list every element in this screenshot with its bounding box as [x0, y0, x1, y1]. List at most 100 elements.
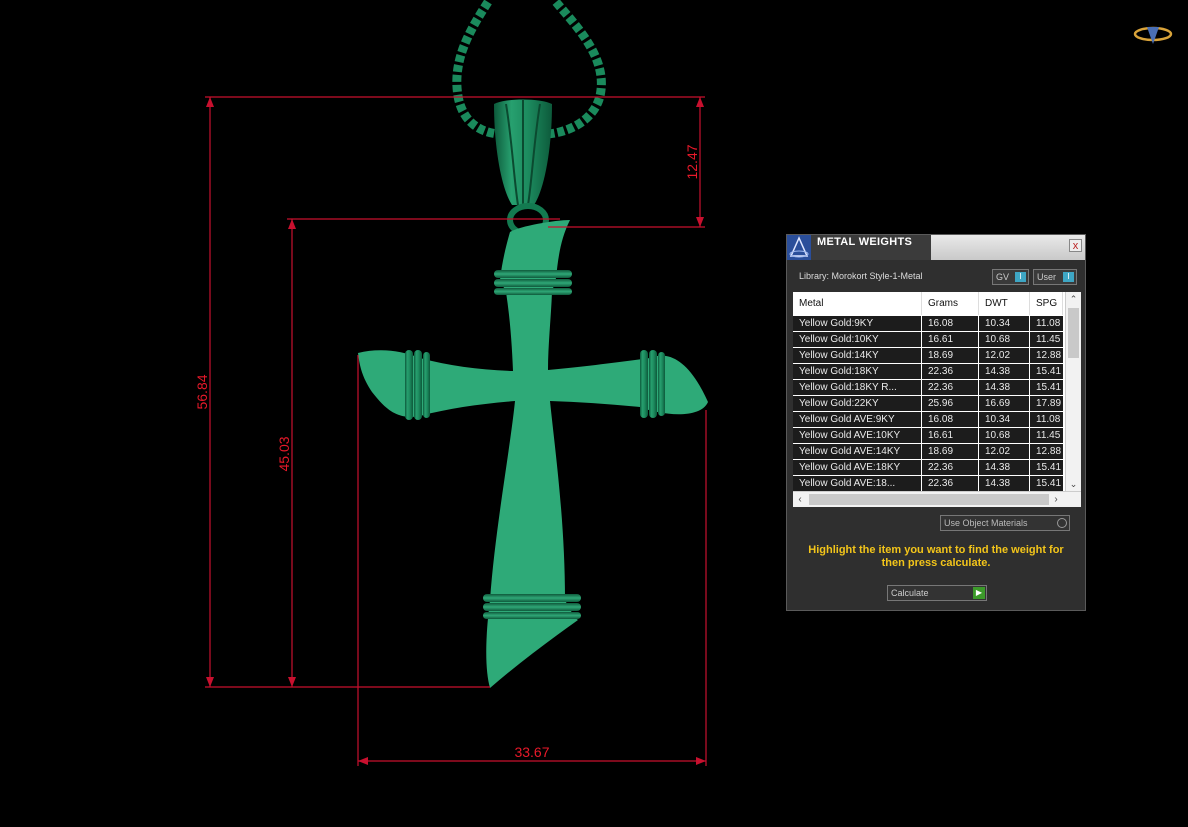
cell-spg: 15.41	[1030, 476, 1063, 491]
cell-spg: 12.88	[1030, 348, 1063, 363]
panel-title: METAL WEIGHTS	[817, 236, 913, 248]
column-header-spg[interactable]: SPG	[1030, 292, 1063, 315]
cell-dwt: 10.34	[979, 316, 1029, 331]
cell-spg: 11.45	[1030, 332, 1063, 347]
band-right	[640, 350, 665, 418]
cell-spg: 11.45	[1030, 428, 1063, 443]
panel-logo-icon	[787, 235, 811, 260]
table-row[interactable]: Yellow Gold AVE:18KY 22.36 14.38 15.41	[793, 460, 1063, 476]
bail	[494, 99, 552, 237]
table-row[interactable]: Yellow Gold:14KY 18.69 12.02 12.88	[793, 348, 1063, 364]
cell-grams: 22.36	[922, 476, 978, 491]
scrollbar-thumb[interactable]	[809, 494, 1049, 505]
dimension-total-height: 56.84	[194, 374, 210, 409]
use-object-materials-label: Use Object Materials	[944, 518, 1028, 528]
cell-grams: 22.36	[922, 460, 978, 475]
table-row[interactable]: Yellow Gold:18KY 22.36 14.38 15.41	[793, 364, 1063, 380]
cell-metal: Yellow Gold:9KY	[793, 316, 921, 331]
cell-metal: Yellow Gold AVE:18...	[793, 476, 921, 491]
close-icon[interactable]: x	[1069, 239, 1082, 252]
metal-weights-panel: METAL WEIGHTS x Library: Morokort Style-…	[786, 234, 1086, 611]
radio-icon[interactable]	[1057, 518, 1067, 528]
panel-header[interactable]: METAL WEIGHTS x	[787, 235, 1085, 260]
cell-dwt: 12.02	[979, 348, 1029, 363]
cell-metal: Yellow Gold AVE:10KY	[793, 428, 921, 443]
gv-toggle-label: GV	[996, 272, 1010, 282]
band-top	[494, 270, 572, 295]
table-row[interactable]: Yellow Gold:9KY 16.08 10.34 11.08	[793, 316, 1063, 332]
calculate-button[interactable]: Calculate ▶	[887, 585, 987, 601]
cell-grams: 16.61	[922, 332, 978, 347]
scroll-down-icon[interactable]: ⌄	[1066, 477, 1081, 491]
cell-dwt: 12.02	[979, 444, 1029, 459]
column-header-dwt[interactable]: DWT	[979, 292, 1030, 315]
cross-pendant	[358, 220, 708, 688]
cell-dwt: 14.38	[979, 380, 1029, 395]
cell-grams: 16.61	[922, 428, 978, 443]
cell-spg: 15.41	[1030, 364, 1063, 379]
dimension-cross-height: 45.03	[276, 436, 292, 471]
cell-grams: 16.08	[922, 316, 978, 331]
cell-dwt: 10.34	[979, 412, 1029, 427]
cell-metal: Yellow Gold:14KY	[793, 348, 921, 363]
toggle-knob-icon: I	[1063, 272, 1074, 282]
play-icon: ▶	[973, 587, 985, 599]
cell-dwt: 16.69	[979, 396, 1029, 411]
dimension-bail-height: 12.47	[684, 144, 700, 179]
cell-spg: 17.89	[1030, 396, 1063, 411]
table-row[interactable]: Yellow Gold:10KY 16.61 10.68 11.45	[793, 332, 1063, 348]
cell-grams: 16.08	[922, 412, 978, 427]
scrollbar-thumb[interactable]	[1068, 308, 1079, 358]
instructions-text: Highlight the item you want to find the …	[808, 544, 1064, 569]
cell-grams: 18.69	[922, 348, 978, 363]
use-object-materials-option[interactable]: Use Object Materials	[940, 515, 1070, 531]
scroll-right-icon[interactable]: ›	[1049, 492, 1063, 507]
column-header-grams[interactable]: Grams	[922, 292, 979, 315]
cell-metal: Yellow Gold:18KY R...	[793, 380, 921, 395]
table-row[interactable]: Yellow Gold AVE:10KY 16.61 10.68 11.45	[793, 428, 1063, 444]
cell-spg: 15.41	[1030, 380, 1063, 395]
dimension-width: 33.67	[514, 744, 549, 760]
cell-dwt: 14.38	[979, 460, 1029, 475]
table-row[interactable]: Yellow Gold AVE:18... 22.36 14.38 15.41	[793, 476, 1063, 492]
scroll-left-icon[interactable]: ‹	[793, 492, 807, 507]
cell-spg: 11.08	[1030, 412, 1063, 427]
band-bottom	[483, 594, 581, 619]
calculate-label: Calculate	[891, 588, 929, 598]
cell-metal: Yellow Gold AVE:18KY	[793, 460, 921, 475]
cell-dwt: 14.38	[979, 364, 1029, 379]
band-left	[405, 350, 430, 420]
table-row[interactable]: Yellow Gold:22KY 25.96 16.69 17.89	[793, 396, 1063, 412]
user-toggle-label: User	[1037, 272, 1057, 282]
cell-metal: Yellow Gold AVE:14KY	[793, 444, 921, 459]
table-row[interactable]: Yellow Gold AVE:14KY 18.69 12.02 12.88	[793, 444, 1063, 460]
cell-grams: 18.69	[922, 444, 978, 459]
cell-grams: 25.96	[922, 396, 978, 411]
cell-metal: Yellow Gold AVE:9KY	[793, 412, 921, 427]
table-row[interactable]: Yellow Gold AVE:9KY 16.08 10.34 11.08	[793, 412, 1063, 428]
dimension-lines	[205, 96, 707, 766]
cell-metal: Yellow Gold:10KY	[793, 332, 921, 347]
cell-dwt: 10.68	[979, 428, 1029, 443]
cell-spg: 12.88	[1030, 444, 1063, 459]
cell-grams: 22.36	[922, 364, 978, 379]
toggle-knob-icon: I	[1015, 272, 1026, 282]
horizontal-scrollbar[interactable]: ‹ ›	[793, 491, 1081, 507]
table-header: Metal Grams DWT SPG	[793, 292, 1063, 315]
user-toggle[interactable]: User I	[1033, 269, 1077, 285]
cell-dwt: 14.38	[979, 476, 1029, 491]
scroll-up-icon[interactable]: ⌃	[1066, 292, 1081, 306]
cell-metal: Yellow Gold:22KY	[793, 396, 921, 411]
cell-metal: Yellow Gold:18KY	[793, 364, 921, 379]
gemvision-logo-icon[interactable]	[1133, 26, 1173, 44]
cell-grams: 22.36	[922, 380, 978, 395]
cell-spg: 11.08	[1030, 316, 1063, 331]
metal-table: Metal Grams DWT SPG Yellow Gold:9KY 16.08…	[793, 292, 1081, 507]
vertical-scrollbar[interactable]: ⌃ ⌄	[1065, 292, 1081, 491]
gv-toggle[interactable]: GV I	[992, 269, 1029, 285]
column-header-metal[interactable]: Metal	[793, 292, 922, 315]
library-label: Library: Morokort Style-1-Metal	[799, 271, 923, 281]
cell-spg: 15.41	[1030, 460, 1063, 475]
table-row[interactable]: Yellow Gold:18KY R... 22.36 14.38 15.41	[793, 380, 1063, 396]
cell-dwt: 10.68	[979, 332, 1029, 347]
